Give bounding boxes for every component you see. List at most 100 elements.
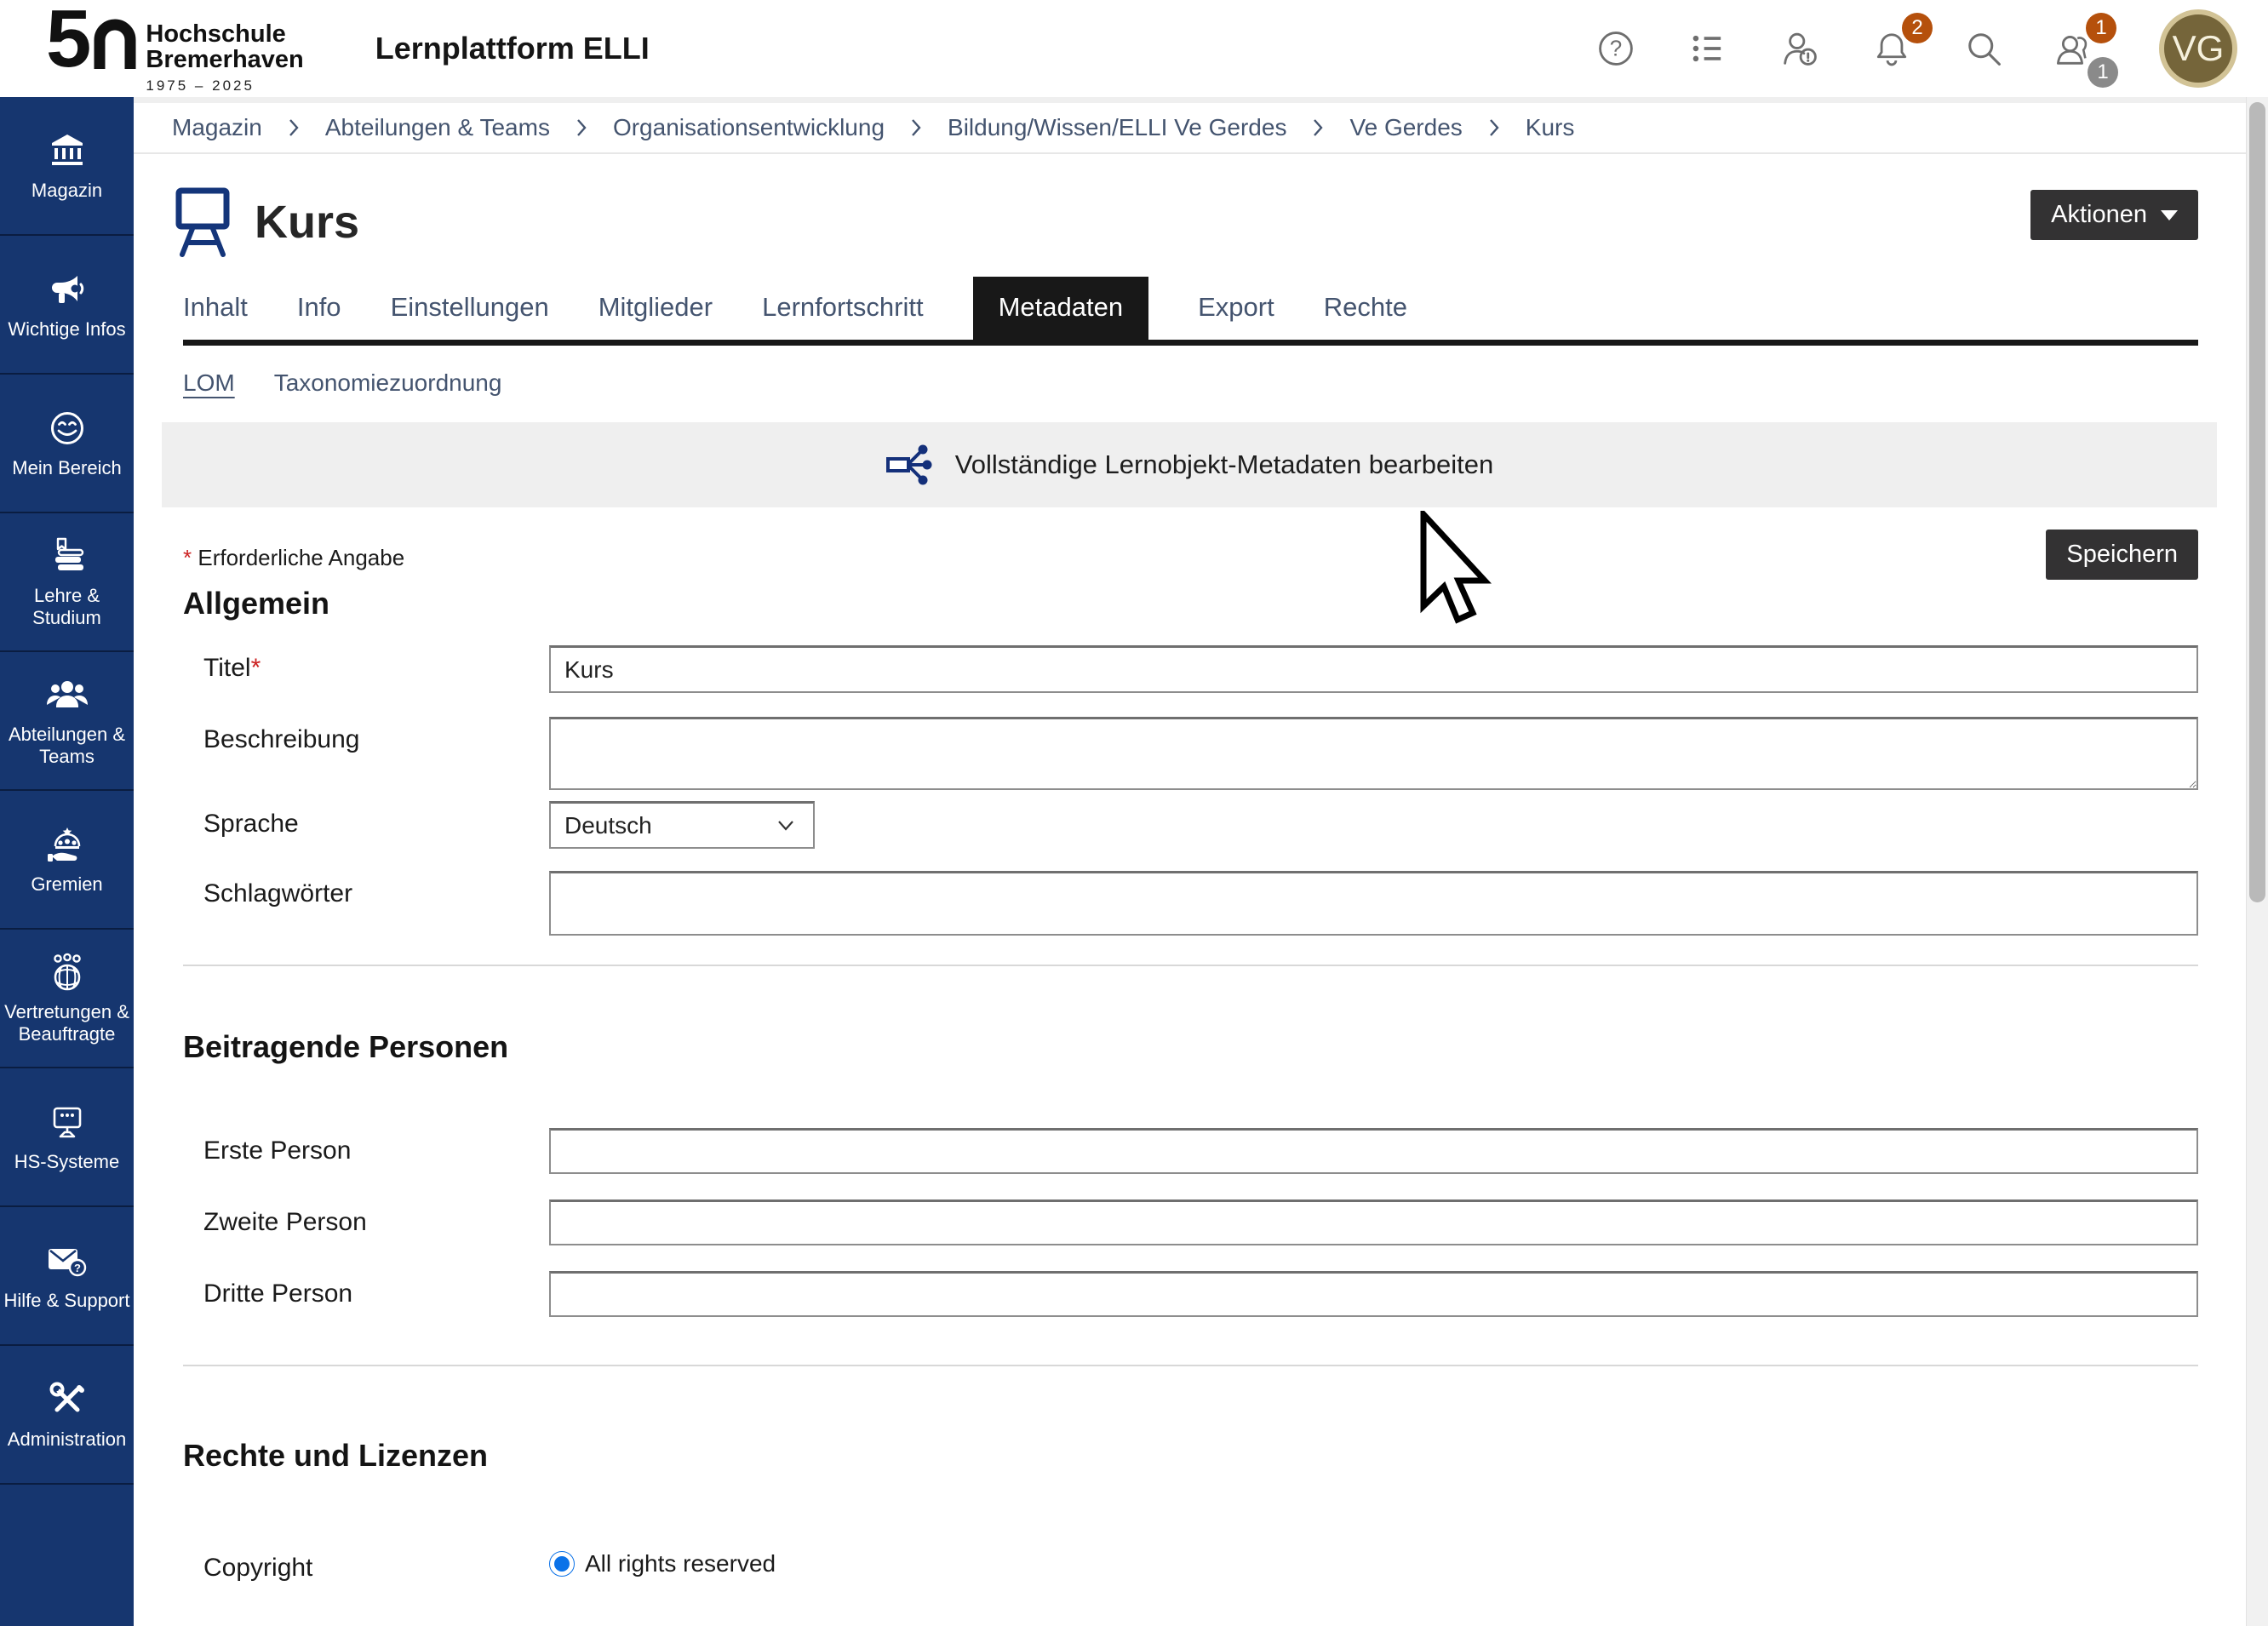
awareness-button[interactable] [1778,26,1822,71]
contacts-badge-top: 1 [2086,13,2116,43]
tab-metadaten[interactable]: Metadaten [973,277,1149,340]
tab-bar: Inhalt Info Einstellungen Mitglieder Ler… [183,277,2198,346]
assembly-icon [45,824,89,865]
banner-label: Vollständige Lernobjekt-Metadaten bearbe… [955,449,1494,480]
actions-button[interactable]: Aktionen [2030,190,2198,240]
erste-person-input[interactable] [549,1128,2198,1174]
contacts-button[interactable]: 1 1 [2053,26,2098,71]
beschreibung-textarea[interactable] [549,717,2198,790]
smiley-icon [47,408,88,449]
dritte-person-label: Dritte Person [183,1271,549,1308]
notifications-badge: 2 [1902,13,1933,43]
subtab-lom[interactable]: LOM [183,369,235,397]
edit-full-metadata-link[interactable]: Vollständige Lernobjekt-Metadaten bearbe… [162,422,2217,507]
logo-years: 1975 – 2025 [146,77,303,94]
page-title: Kurs [255,196,359,249]
sidebar-item-abteilungen-teams[interactable]: Abteilungen & Teams [0,652,134,791]
dritte-person-input[interactable] [549,1271,2198,1317]
logo-50-text: 5 [46,3,88,76]
scrollbar-thumb[interactable] [2249,102,2265,902]
save-button[interactable]: Speichern [2046,530,2198,580]
breadcrumb-item[interactable]: Abteilungen & Teams [325,114,550,141]
person-alert-icon [1778,26,1822,71]
section-divider [183,1365,2198,1366]
sidebar-item-mein-bereich[interactable]: Mein Bereich [0,375,134,513]
app-title: Lernplattform ELLI [375,31,650,66]
tab-einstellungen[interactable]: Einstellungen [391,277,549,340]
breadcrumb-item[interactable]: Kurs [1526,114,1575,141]
sidebar-item-hilfe-support[interactable]: ? Hilfe & Support [0,1207,134,1346]
scrollbar-track[interactable] [2246,97,2268,1626]
page-header: Kurs Aktionen [134,154,2246,258]
sprache-select[interactable]: Deutsch [549,801,815,849]
metadata-form: * Erforderliche Angabe Speichern Allgeme… [134,530,2246,1608]
search-button[interactable] [1962,26,2006,71]
top-bar: 5 Hochschule Bremerhaven 1975 – 2025 Ler… [0,0,2268,97]
books-icon [46,535,89,576]
sidebar-item-gremien[interactable]: Gremien [0,791,134,930]
sidebar-item-administration[interactable]: Administration [0,1346,134,1485]
tab-inhalt[interactable]: Inhalt [183,277,248,340]
hochschule-bremerhaven-logo: 5 Hochschule Bremerhaven 1975 – 2025 [46,3,304,95]
required-note: * Erforderliche Angabe [183,545,404,571]
tab-rechte[interactable]: Rechte [1324,277,1407,340]
tab-info[interactable]: Info [297,277,341,340]
share-network-icon [885,440,935,490]
titel-label: Titel* [183,645,549,683]
logo-line2: Bremerhaven [146,47,303,72]
logo-line1: Hochschule [146,21,303,47]
breadcrumb-item[interactable]: Magazin [172,114,262,141]
copyright-label: Copyright [183,1545,549,1583]
chevron-right-icon [1488,117,1500,139]
sprache-label: Sprache [183,801,549,839]
svg-text:?: ? [1610,36,1622,61]
bank-icon [47,130,88,171]
todo-list-button[interactable] [1686,26,1730,71]
people-group-icon [45,674,89,715]
tools-icon [47,1379,88,1420]
breadcrumb: Magazin Abteilungen & Teams Organisation… [134,103,2246,154]
subtab-taxonomiezuordnung[interactable]: Taxonomiezuordnung [274,369,502,397]
sub-tab-bar: LOM Taxonomiezuordnung [134,346,2246,397]
caret-down-icon [2161,210,2178,220]
section-heading-beitragende: Beitragende Personen [183,1029,2198,1065]
sidebar-item-wichtige-infos[interactable]: Wichtige Infos [0,236,134,375]
copyright-radio-all-rights-reserved[interactable] [549,1551,575,1577]
user-avatar[interactable]: VG [2159,9,2237,88]
section-divider [183,965,2198,966]
tab-mitglieder[interactable]: Mitglieder [598,277,713,340]
section-heading-allgemein: Allgemein [183,586,2198,621]
tab-lernfortschritt[interactable]: Lernfortschritt [762,277,924,340]
notifications-button[interactable]: 2 [1870,26,1914,71]
beschreibung-label: Beschreibung [183,717,549,754]
copyright-radio-label: All rights reserved [585,1550,776,1577]
sidebar-item-lehre-studium[interactable]: Lehre & Studium [0,513,134,652]
sidebar-item-hs-systeme[interactable]: HS-Systeme [0,1068,134,1207]
top-separator-strip [134,97,2246,103]
contacts-badge-bottom: 1 [2088,57,2118,88]
breadcrumb-item[interactable]: Bildung/Wissen/ELLI Ve Gerdes [948,114,1286,141]
tab-export[interactable]: Export [1198,277,1274,340]
help-button[interactable]: ? [1594,26,1638,71]
sidebar-item-vertretungen[interactable]: Vertretungen & Beauftragte [0,930,134,1068]
main-sidebar: Magazin Wichtige Infos Mein Bereich Lehr… [0,97,134,1626]
section-heading-rechte: Rechte und Lizenzen [183,1438,2198,1474]
search-icon [1962,26,2006,71]
mail-question-icon: ? [45,1240,89,1281]
zweite-person-label: Zweite Person [183,1199,549,1237]
breadcrumb-item[interactable]: Organisationsentwicklung [613,114,885,141]
titel-input[interactable] [549,645,2198,693]
course-easel-icon [175,186,231,258]
svg-text:?: ? [74,1262,81,1274]
schlagwoerter-input[interactable] [549,871,2198,936]
list-icon [1686,26,1730,71]
globe-people-icon [45,952,89,993]
chevron-right-icon [910,117,922,139]
sidebar-item-magazin[interactable]: Magazin [0,97,134,236]
chevron-right-icon [1312,117,1324,139]
help-icon: ? [1594,26,1638,71]
megaphone-icon [46,269,89,310]
chevron-right-icon [288,117,300,139]
breadcrumb-item[interactable]: Ve Gerdes [1349,114,1462,141]
zweite-person-input[interactable] [549,1199,2198,1245]
